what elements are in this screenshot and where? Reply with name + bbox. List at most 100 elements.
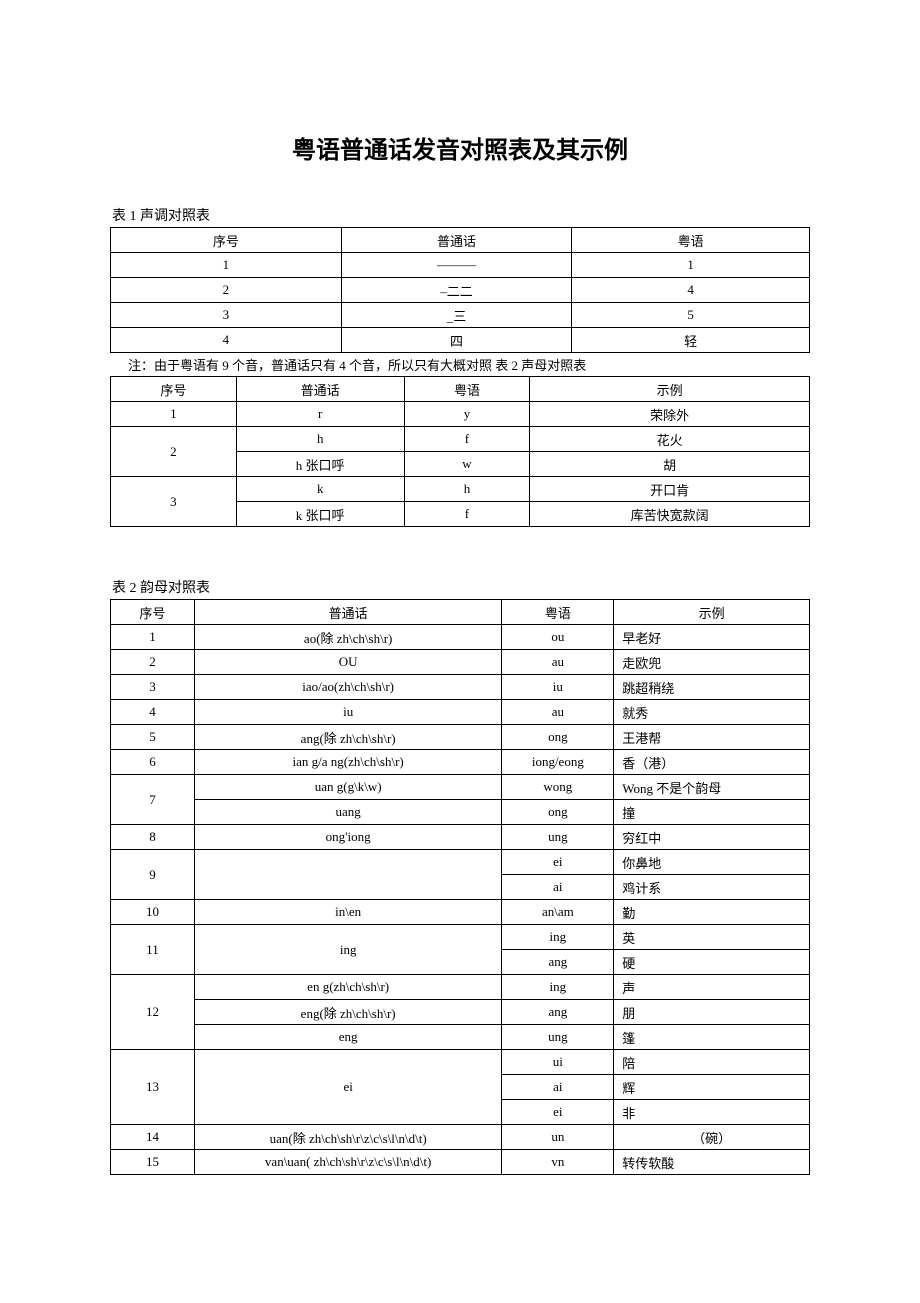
cell: ui (502, 1050, 614, 1075)
cell: 走欧兜 (614, 650, 810, 675)
table-row: 15 van\uan( zh\ch\sh\r\z\c\s\l\n\d\t) vn… (111, 1150, 810, 1175)
table1-caption: 表 1 声调对照表 (112, 205, 810, 225)
cell: au (502, 700, 614, 725)
cell: 早老好 (614, 625, 810, 650)
cell: iu (194, 700, 502, 725)
cell: ing (502, 975, 614, 1000)
cell: 7 (111, 775, 195, 825)
table1-tones: 序号 普通话 粤语 1 ——— 1 2 –二二 4 3 _三 5 4 四 轻 (110, 227, 810, 353)
cell: ao(除 zh\ch\sh\r) (194, 625, 502, 650)
table-header-row: 序号 普通话 粤语 (111, 228, 810, 253)
table-header-row: 序号 普通话 粤语 示例 (111, 377, 810, 402)
table-row: 5 ang(除 zh\ch\sh\r) ong 王港帮 (111, 725, 810, 750)
cell: ai (502, 1075, 614, 1100)
cell: 1 (111, 402, 237, 427)
cell: h (236, 427, 404, 452)
cell: 3 (111, 477, 237, 527)
table3-finals: 序号 普通话 粤语 示例 1 ao(除 zh\ch\sh\r) ou 早老好 2… (110, 599, 810, 1175)
cell: 王港帮 (614, 725, 810, 750)
cell: 英 (614, 925, 810, 950)
table2-initials: 序号 普通话 粤语 示例 1 r y 荣除外 2 h f 花火 h 张口呼 w … (110, 376, 810, 527)
cell: 陪 (614, 1050, 810, 1075)
table-row: 7 uan g(g\k\w) wong Wong 不是个韵母 (111, 775, 810, 800)
cell: Wong 不是个韵母 (614, 775, 810, 800)
cell: 花火 (530, 427, 810, 452)
cell: （碗） (614, 1125, 810, 1150)
cell: y (404, 402, 530, 427)
cell: 10 (111, 900, 195, 925)
cell: uan g(g\k\w) (194, 775, 502, 800)
cell: 香（港） (614, 750, 810, 775)
cell: uan(除 zh\ch\sh\r\z\c\s\l\n\d\t) (194, 1125, 502, 1150)
cell: k (236, 477, 404, 502)
cell: ei (502, 850, 614, 875)
col-cantonese: 粤语 (502, 600, 614, 625)
col-mandarin: 普通话 (236, 377, 404, 402)
cell: f (404, 427, 530, 452)
cell: uang (194, 800, 502, 825)
cell: 2 (111, 427, 237, 477)
cell: 辉 (614, 1075, 810, 1100)
cell: h (404, 477, 530, 502)
cell: ang(除 zh\ch\sh\r) (194, 725, 502, 750)
col-mandarin: 普通话 (341, 228, 572, 253)
cell: 硬 (614, 950, 810, 975)
cell: 鸡计系 (614, 875, 810, 900)
cell: 开口肯 (530, 477, 810, 502)
cell: 四 (341, 328, 572, 353)
cell: ——— (341, 253, 572, 278)
cell: 就秀 (614, 700, 810, 725)
cell: –二二 (341, 278, 572, 303)
table-row: 10 in\en an\am 勤 (111, 900, 810, 925)
col-example: 示例 (614, 600, 810, 625)
cell: 库苦快宽款阔 (530, 502, 810, 527)
table-row: 9 ei 你鼻地 (111, 850, 810, 875)
cell: iu (502, 675, 614, 700)
table-row: 6 ian g/a ng(zh\ch\sh\r) iong/eong 香（港） (111, 750, 810, 775)
table-row: 3 iao/ao(zh\ch\sh\r) iu 跳超稍绕 (111, 675, 810, 700)
cell: 5 (572, 303, 810, 328)
page-title: 粤语普通话发音对照表及其示例 (110, 130, 810, 165)
table-row: eng(除 zh\ch\sh\r) ang 朋 (111, 1000, 810, 1025)
cell: 声 (614, 975, 810, 1000)
col-cantonese: 粤语 (572, 228, 810, 253)
cell: iong/eong (502, 750, 614, 775)
cell: 3 (111, 303, 342, 328)
cell: w (404, 452, 530, 477)
cell: ian g/a ng(zh\ch\sh\r) (194, 750, 502, 775)
table-row: 11 ing ing 英 (111, 925, 810, 950)
cell: 篷 (614, 1025, 810, 1050)
cell: ing (502, 925, 614, 950)
table-row: 1 ——— 1 (111, 253, 810, 278)
table-row: 13 ei ui 陪 (111, 1050, 810, 1075)
cell: ai (502, 875, 614, 900)
cell: 非 (614, 1100, 810, 1125)
cell: 4 (572, 278, 810, 303)
cell: eng (194, 1025, 502, 1050)
cell: 5 (111, 725, 195, 750)
cell: ung (502, 1025, 614, 1050)
table-row: 3 k h 开口肯 (111, 477, 810, 502)
cell: ing (194, 925, 502, 975)
cell: in\en (194, 900, 502, 925)
table-row: 2 OU au 走欧兜 (111, 650, 810, 675)
cell: 轻 (572, 328, 810, 353)
cell: k 张口呼 (236, 502, 404, 527)
cell: 1 (111, 625, 195, 650)
col-seq: 序号 (111, 600, 195, 625)
cell: 4 (111, 328, 342, 353)
table-header-row: 序号 普通话 粤语 示例 (111, 600, 810, 625)
table-row: 2 –二二 4 (111, 278, 810, 303)
cell: 14 (111, 1125, 195, 1150)
cell: iao/ao(zh\ch\sh\r) (194, 675, 502, 700)
cell: 转传软酸 (614, 1150, 810, 1175)
cell: 2 (111, 278, 342, 303)
cell: 你鼻地 (614, 850, 810, 875)
cell: 3 (111, 675, 195, 700)
cell: 胡 (530, 452, 810, 477)
cell: vn (502, 1150, 614, 1175)
cell: ou (502, 625, 614, 650)
cell: un (502, 1125, 614, 1150)
table-row: 1 ao(除 zh\ch\sh\r) ou 早老好 (111, 625, 810, 650)
cell: ung (502, 825, 614, 850)
